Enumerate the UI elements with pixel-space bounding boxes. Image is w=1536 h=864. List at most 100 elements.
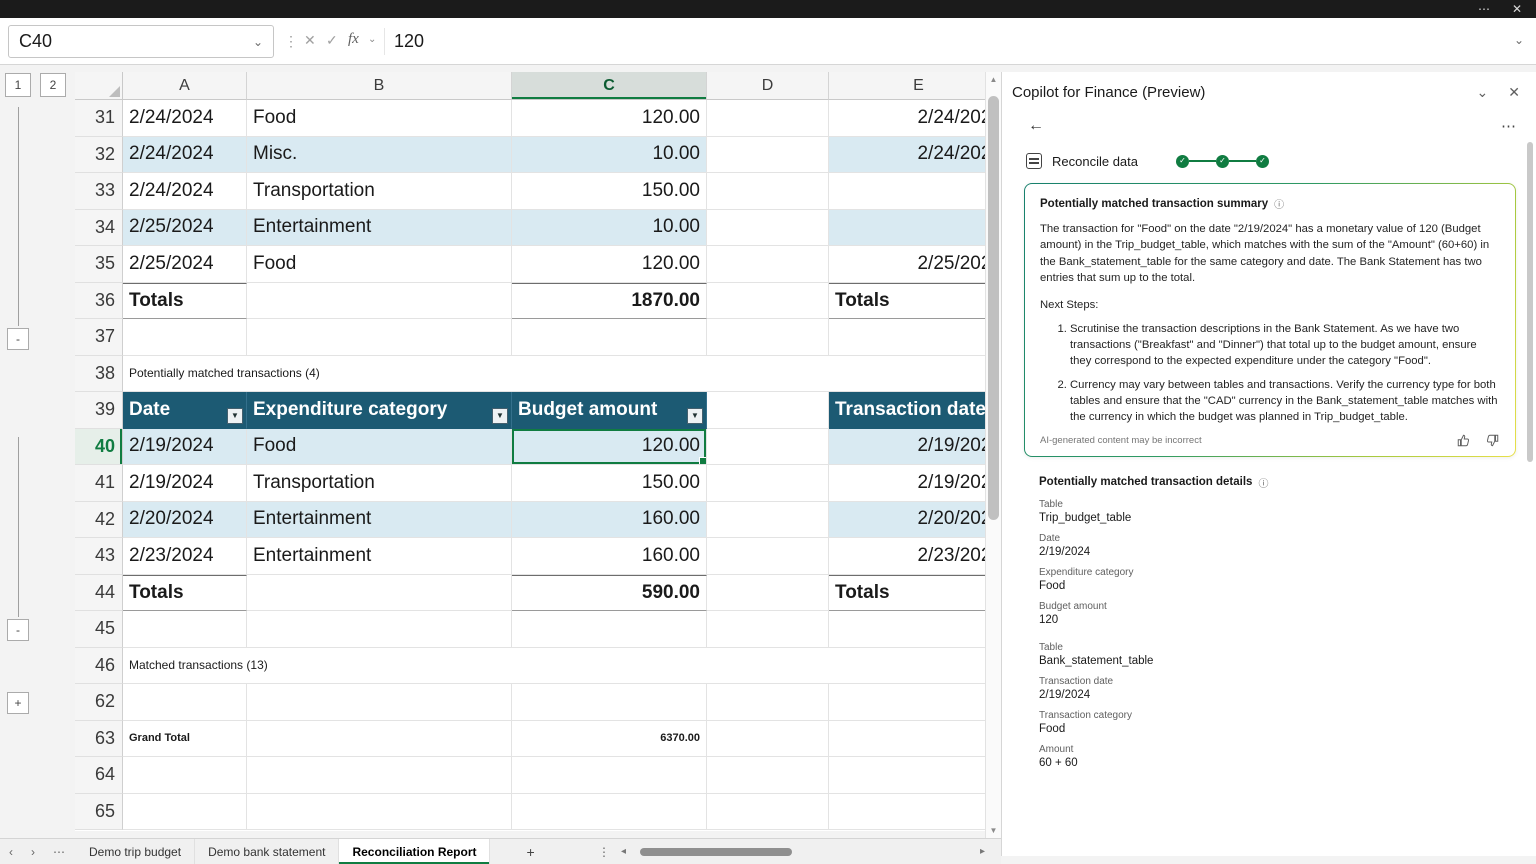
column-header-c[interactable]: C: [512, 72, 707, 100]
cell-B36[interactable]: [247, 283, 512, 320]
cell-E42[interactable]: 2/20/2024: [829, 502, 985, 539]
cell-C42[interactable]: 160.00: [512, 502, 707, 539]
cell-B37[interactable]: [247, 319, 512, 356]
cell-C39[interactable]: Budget amount▼: [512, 392, 707, 429]
sheet-nav-left-icon[interactable]: ‹: [0, 845, 22, 859]
cell-D44[interactable]: [707, 575, 829, 612]
cell-E31[interactable]: 2/24/2024: [829, 100, 985, 137]
sheet-list-icon[interactable]: ⋯: [44, 845, 74, 859]
cell-A34[interactable]: 2/25/2024: [123, 210, 247, 247]
cell-E43[interactable]: 2/23/2024: [829, 538, 985, 575]
filter-button[interactable]: ▼: [687, 408, 703, 424]
add-sheet-icon[interactable]: +: [516, 844, 544, 860]
cell-D63[interactable]: [707, 721, 829, 758]
more-icon[interactable]: ⋯: [1501, 117, 1516, 135]
cell-A32[interactable]: 2/24/2024: [123, 137, 247, 174]
cell-D35[interactable]: [707, 246, 829, 283]
formula-bar-expand-icon[interactable]: ⌄: [1514, 33, 1524, 47]
panel-scrollbar-thumb[interactable]: [1527, 142, 1533, 462]
cell-C37[interactable]: [512, 319, 707, 356]
cell-B33[interactable]: Transportation: [247, 173, 512, 210]
info-icon[interactable]: ⓘ: [1274, 196, 1284, 211]
cell-E33[interactable]: [829, 173, 985, 210]
cell-A41[interactable]: 2/19/2024: [123, 465, 247, 502]
row-header-62[interactable]: 62: [75, 684, 123, 721]
cell-E39[interactable]: Transaction date: [829, 392, 985, 429]
window-more-icon[interactable]: ⋯: [1478, 3, 1490, 15]
cell-D32[interactable]: [707, 137, 829, 174]
cell-A45[interactable]: [123, 611, 247, 648]
cell-C62[interactable]: [512, 684, 707, 721]
row-header-37[interactable]: 37: [75, 319, 123, 356]
cell-D41[interactable]: [707, 465, 829, 502]
cell-B40[interactable]: Food: [247, 429, 512, 466]
horizontal-scrollbar[interactable]: ◂ ▸: [618, 839, 988, 864]
cell-C35[interactable]: 120.00: [512, 246, 707, 283]
collapse-group-button[interactable]: -: [7, 328, 29, 350]
cell-C41[interactable]: 150.00: [512, 465, 707, 502]
window-close-icon[interactable]: ✕: [1512, 3, 1522, 15]
cell-B32[interactable]: Misc.: [247, 137, 512, 174]
row-header-45[interactable]: 45: [75, 611, 123, 648]
cell-B63[interactable]: [247, 721, 512, 758]
row-header-39[interactable]: 39: [75, 392, 123, 429]
cell-B44[interactable]: [247, 575, 512, 612]
cell-A64[interactable]: [123, 757, 247, 794]
panel-close-icon[interactable]: ✕: [1508, 84, 1520, 101]
cell-A46[interactable]: Matched transactions (13): [123, 648, 985, 685]
back-icon[interactable]: ←: [1028, 117, 1044, 135]
column-header-d[interactable]: D: [707, 72, 829, 100]
cell-C43[interactable]: 160.00: [512, 538, 707, 575]
horizontal-scrollbar-thumb[interactable]: [640, 848, 792, 856]
scroll-down-icon[interactable]: ▼: [986, 826, 1001, 835]
cell-A65[interactable]: [123, 794, 247, 831]
cell-B39[interactable]: Expenditure category▼: [247, 392, 512, 429]
row-header-43[interactable]: 43: [75, 538, 123, 575]
cell-A31[interactable]: 2/24/2024: [123, 100, 247, 137]
cell-B62[interactable]: [247, 684, 512, 721]
cell-C64[interactable]: [512, 757, 707, 794]
row-header-64[interactable]: 64: [75, 757, 123, 794]
cell-A35[interactable]: 2/25/2024: [123, 246, 247, 283]
insert-function-icon[interactable]: fx: [348, 31, 359, 48]
cell-D36[interactable]: [707, 283, 829, 320]
fill-handle[interactable]: [699, 457, 707, 465]
sheet-tab-1[interactable]: Demo trip budget: [76, 839, 195, 864]
cancel-icon[interactable]: ✕: [304, 32, 316, 49]
cell-A40[interactable]: 2/19/2024: [123, 429, 247, 466]
cell-C44[interactable]: 590.00: [512, 575, 707, 612]
cell-A44[interactable]: Totals: [123, 575, 247, 612]
sheet-tab-2[interactable]: Demo bank statement: [195, 839, 339, 864]
cell-B64[interactable]: [247, 757, 512, 794]
cell-E40[interactable]: 2/19/2024: [829, 429, 985, 466]
outline-level-2-button[interactable]: 2: [40, 73, 66, 97]
cell-E65[interactable]: [829, 794, 985, 831]
cell-E41[interactable]: 2/19/2024: [829, 465, 985, 502]
panel-collapse-icon[interactable]: ⌄: [1477, 84, 1489, 101]
cell-B34[interactable]: Entertainment: [247, 210, 512, 247]
info-icon[interactable]: ⓘ: [1258, 475, 1268, 490]
row-header-44[interactable]: 44: [75, 575, 123, 612]
cell-C34[interactable]: 10.00: [512, 210, 707, 247]
chevron-down-icon[interactable]: ⌄: [253, 35, 263, 49]
cell-D33[interactable]: [707, 173, 829, 210]
cell-E32[interactable]: 2/24/2024: [829, 137, 985, 174]
cell-D65[interactable]: [707, 794, 829, 831]
cell-E63[interactable]: [829, 721, 985, 758]
cell-B31[interactable]: Food: [247, 100, 512, 137]
column-header-e[interactable]: E: [829, 72, 985, 100]
cell-E36[interactable]: Totals: [829, 283, 985, 320]
cell-E37[interactable]: [829, 319, 985, 356]
cell-B45[interactable]: [247, 611, 512, 648]
sheet-tab-3[interactable]: Reconciliation Report: [339, 839, 490, 864]
row-header-36[interactable]: 36: [75, 283, 123, 320]
row-header-65[interactable]: 65: [75, 794, 123, 831]
cell-A62[interactable]: [123, 684, 247, 721]
row-header-33[interactable]: 33: [75, 173, 123, 210]
cell-A63[interactable]: Grand Total: [123, 721, 247, 758]
cell-E34[interactable]: [829, 210, 985, 247]
enter-icon[interactable]: ✓: [326, 32, 338, 49]
filter-button[interactable]: ▼: [227, 408, 243, 424]
cell-D37[interactable]: [707, 319, 829, 356]
row-header-42[interactable]: 42: [75, 502, 123, 539]
